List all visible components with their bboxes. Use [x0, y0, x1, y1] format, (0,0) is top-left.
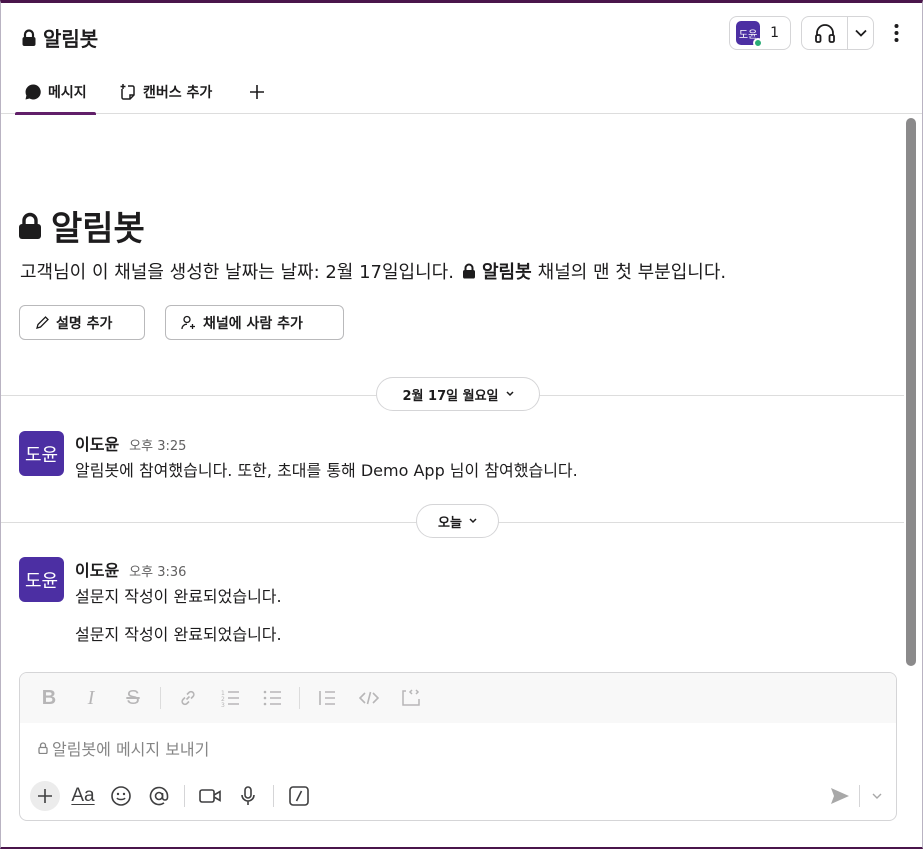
message-text: 설문지 작성이 완료되었습니다. [75, 587, 282, 606]
avatar: 도윤 [736, 21, 764, 48]
member-count: 1 [770, 25, 779, 41]
add-user-icon [181, 315, 195, 330]
toolbar-separator [160, 687, 161, 709]
code-button[interactable] [354, 683, 384, 713]
message-timestamp[interactable]: 오후 3:36 [129, 561, 186, 580]
toolbar-separator [299, 687, 300, 709]
message-text: 알림봇에 참여했습니다. 또한, 초대를 통해 Demo App 님이 참여했습… [75, 461, 578, 480]
message-bubble-icon [25, 83, 41, 99]
code-block-button[interactable] [396, 683, 426, 713]
bulleted-list-button[interactable] [257, 683, 287, 713]
message-text: 설문지 작성이 완료되었습니다. [75, 625, 282, 644]
message-timestamp[interactable]: 오후 3:25 [129, 435, 186, 454]
plus-icon [250, 84, 264, 99]
chevron-down-icon [854, 29, 867, 37]
text-format-icon: Aa [71, 785, 95, 806]
chevron-down-icon [872, 793, 882, 799]
date-divider-button[interactable]: 오늘 [416, 504, 499, 538]
channel-title-button[interactable]: 알림봇 [21, 23, 98, 52]
link-button[interactable] [173, 683, 203, 713]
lock-icon [22, 28, 36, 46]
blockquote-icon [319, 691, 335, 705]
formatting-toggle-button[interactable]: Aa [68, 781, 98, 811]
scrollbar[interactable] [906, 118, 916, 666]
lock-icon [38, 742, 48, 754]
huddle-button[interactable] [802, 17, 848, 49]
code-icon [358, 691, 380, 705]
send-button[interactable] [829, 785, 851, 807]
app-window: 알림봇 도윤 1 메시지 캔버스 추가 알림봇 고객님이 이 채널을 생성한 날… [0, 0, 923, 849]
scrollbar-thumb[interactable] [906, 118, 916, 666]
message-item: 도윤 이도윤 오후 3:36 설문지 작성이 완료되었습니다. 설문지 작성이 … [19, 557, 889, 647]
canvas-add-icon [120, 83, 135, 100]
pencil-icon [36, 316, 49, 329]
bold-button[interactable]: B [34, 683, 64, 713]
intro-title: 알림봇 [17, 201, 145, 250]
bold-icon: B [41, 686, 57, 709]
sender-name[interactable]: 이도윤 [75, 557, 119, 581]
strikethrough-button[interactable]: S [118, 683, 148, 713]
message-list: 알림봇 고객님이 이 채널을 생성한 날짜는 날짜: 2월 17일입니다. 알림… [1, 115, 904, 665]
italic-icon: I [87, 686, 95, 709]
lock-icon [19, 212, 41, 239]
add-tab-button[interactable] [241, 69, 273, 114]
message-input[interactable]: 알림봇에 메시지 보내기 [38, 736, 209, 760]
date-divider-button[interactable]: 2월 17일 월요일 [376, 377, 540, 411]
chevron-down-icon [469, 518, 477, 524]
ordered-list-button[interactable]: 123 [215, 683, 245, 713]
microphone-icon [241, 786, 255, 805]
shortcuts-button[interactable] [284, 781, 314, 811]
strikethrough-icon: S [126, 686, 140, 709]
send-icon [831, 788, 849, 804]
composer-actions: Aa [30, 780, 322, 812]
blockquote-button[interactable] [312, 683, 342, 713]
toolbar-separator [273, 785, 274, 807]
code-block-icon [402, 689, 420, 706]
ordered-list-icon: 123 [221, 690, 239, 707]
italic-button[interactable]: I [76, 683, 106, 713]
svg-text:3: 3 [221, 702, 225, 707]
bulleted-list-icon [263, 690, 281, 706]
huddle-button-group [801, 16, 874, 50]
schedule-send-button[interactable] [868, 785, 886, 807]
toolbar-separator [859, 785, 860, 807]
message-composer: B I S 123 알림봇에 메시지 보내기 Aa [19, 672, 897, 821]
add-people-button[interactable]: 채널에 사람 추가 [165, 305, 344, 340]
attach-button[interactable] [30, 781, 60, 811]
headphones-icon [814, 24, 835, 43]
mention-icon [149, 786, 169, 806]
video-clip-button[interactable] [195, 781, 225, 811]
add-description-button[interactable]: 설명 추가 [19, 305, 145, 340]
send-controls [829, 783, 886, 809]
more-vertical-icon [894, 24, 898, 42]
more-options-button[interactable] [886, 16, 906, 50]
members-button[interactable]: 도윤 1 [729, 16, 791, 50]
intro-description: 고객님이 이 채널을 생성한 날짜는 날짜: 2월 17일입니다. 알림봇 채널… [20, 258, 726, 284]
intro-channel-link[interactable]: 알림봇 [482, 258, 532, 284]
huddle-options-button[interactable] [848, 29, 873, 37]
presence-dot [753, 38, 764, 48]
channel-tabs: 메시지 캔버스 추가 [1, 69, 922, 115]
slash-command-icon [289, 786, 309, 806]
emoji-button[interactable] [106, 781, 136, 811]
sender-name[interactable]: 이도윤 [75, 431, 119, 455]
lock-icon [462, 263, 475, 279]
channel-header: 알림봇 도윤 1 [1, 3, 922, 69]
plus-icon [38, 789, 52, 803]
tab-messages[interactable]: 메시지 [15, 69, 96, 115]
formatting-toolbar: B I S 123 [20, 673, 896, 723]
mention-button[interactable] [144, 781, 174, 811]
message-item: 도윤 이도윤 오후 3:25 알림봇에 참여했습니다. 또한, 초대를 통해 D… [19, 431, 889, 491]
chevron-down-icon [505, 391, 514, 397]
link-icon [181, 690, 195, 706]
tab-add-canvas[interactable]: 캔버스 추가 [111, 69, 220, 114]
audio-clip-button[interactable] [233, 781, 263, 811]
avatar[interactable]: 도윤 [19, 431, 64, 476]
channel-name: 알림봇 [43, 27, 99, 51]
video-camera-icon [199, 789, 221, 803]
message-input-placeholder: 알림봇에 메시지 보내기 [52, 740, 210, 759]
toolbar-separator [184, 785, 185, 807]
emoji-icon [111, 786, 131, 806]
avatar[interactable]: 도윤 [19, 557, 64, 602]
